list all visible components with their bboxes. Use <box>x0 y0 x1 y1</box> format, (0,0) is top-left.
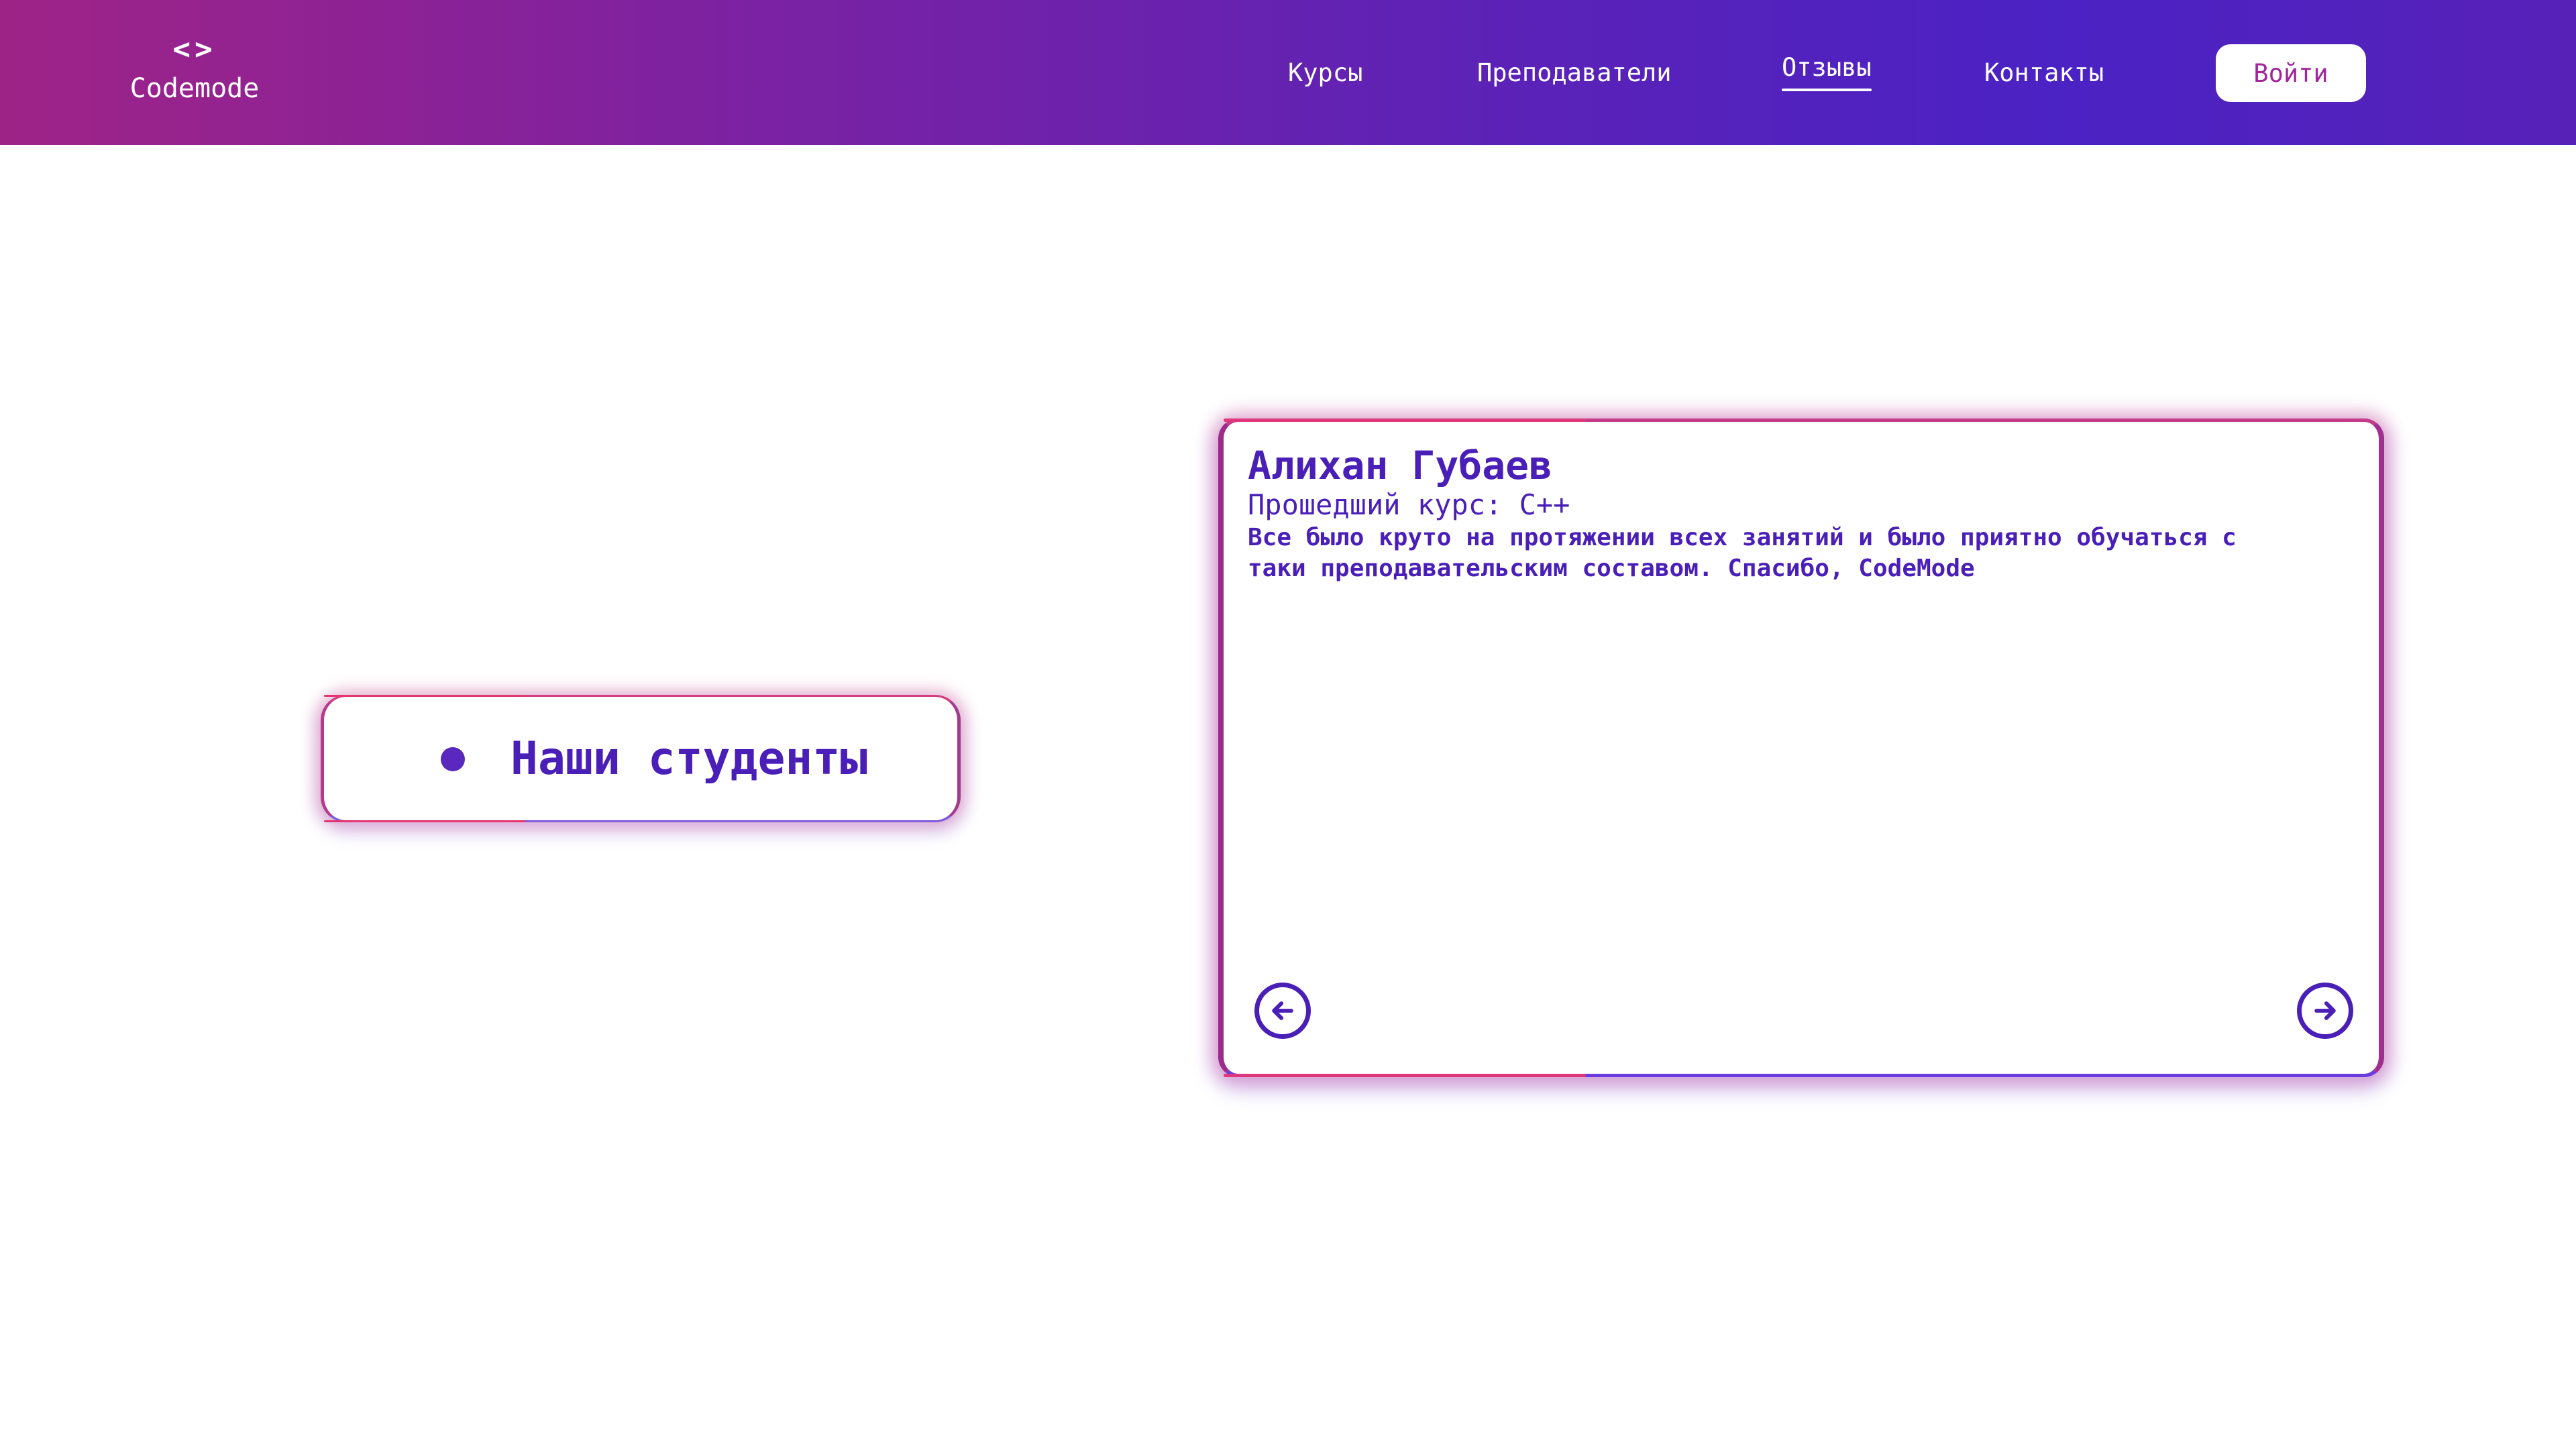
login-button[interactable]: Войти <box>2216 44 2366 102</box>
students-section-badge: Наши студенты <box>321 695 961 822</box>
arrow-right-circle-icon <box>2314 1001 2336 1020</box>
arrow-left-circle-icon <box>1272 1001 1293 1020</box>
review-text: Все было круто на протяжении всех заняти… <box>1248 524 2237 582</box>
review-card: Алихан Губаев Прошедший курс: C++ Все бы… <box>1218 419 2384 1077</box>
reviewer-course: Прошедший курс: C++ <box>1248 488 1570 521</box>
bullet-dot-icon <box>441 747 465 771</box>
reviewer-name: Алихан Губаев <box>1248 443 1552 488</box>
code-brackets-icon: <> <box>172 32 217 66</box>
next-review-button[interactable] <box>2297 983 2353 1039</box>
nav-item-reviews-label: Отзывы <box>1782 53 1872 82</box>
logo-name: Codemode <box>129 73 260 104</box>
logo[interactable]: <> Codemode <box>114 30 275 117</box>
nav-item-teachers[interactable]: Преподаватели <box>1477 56 1672 90</box>
nav-item-reviews[interactable]: Отзывы <box>1782 51 1872 91</box>
nav-item-contacts[interactable]: Контакты <box>1984 56 2104 90</box>
nav-item-courses[interactable]: Курсы <box>1288 56 1362 90</box>
active-underline <box>1782 89 1872 91</box>
students-section-title: Наши студенты <box>511 732 868 785</box>
site-header: <> Codemode Курсы Преподаватели Отзывы К… <box>0 0 2576 145</box>
prev-review-button[interactable] <box>1254 983 1311 1039</box>
